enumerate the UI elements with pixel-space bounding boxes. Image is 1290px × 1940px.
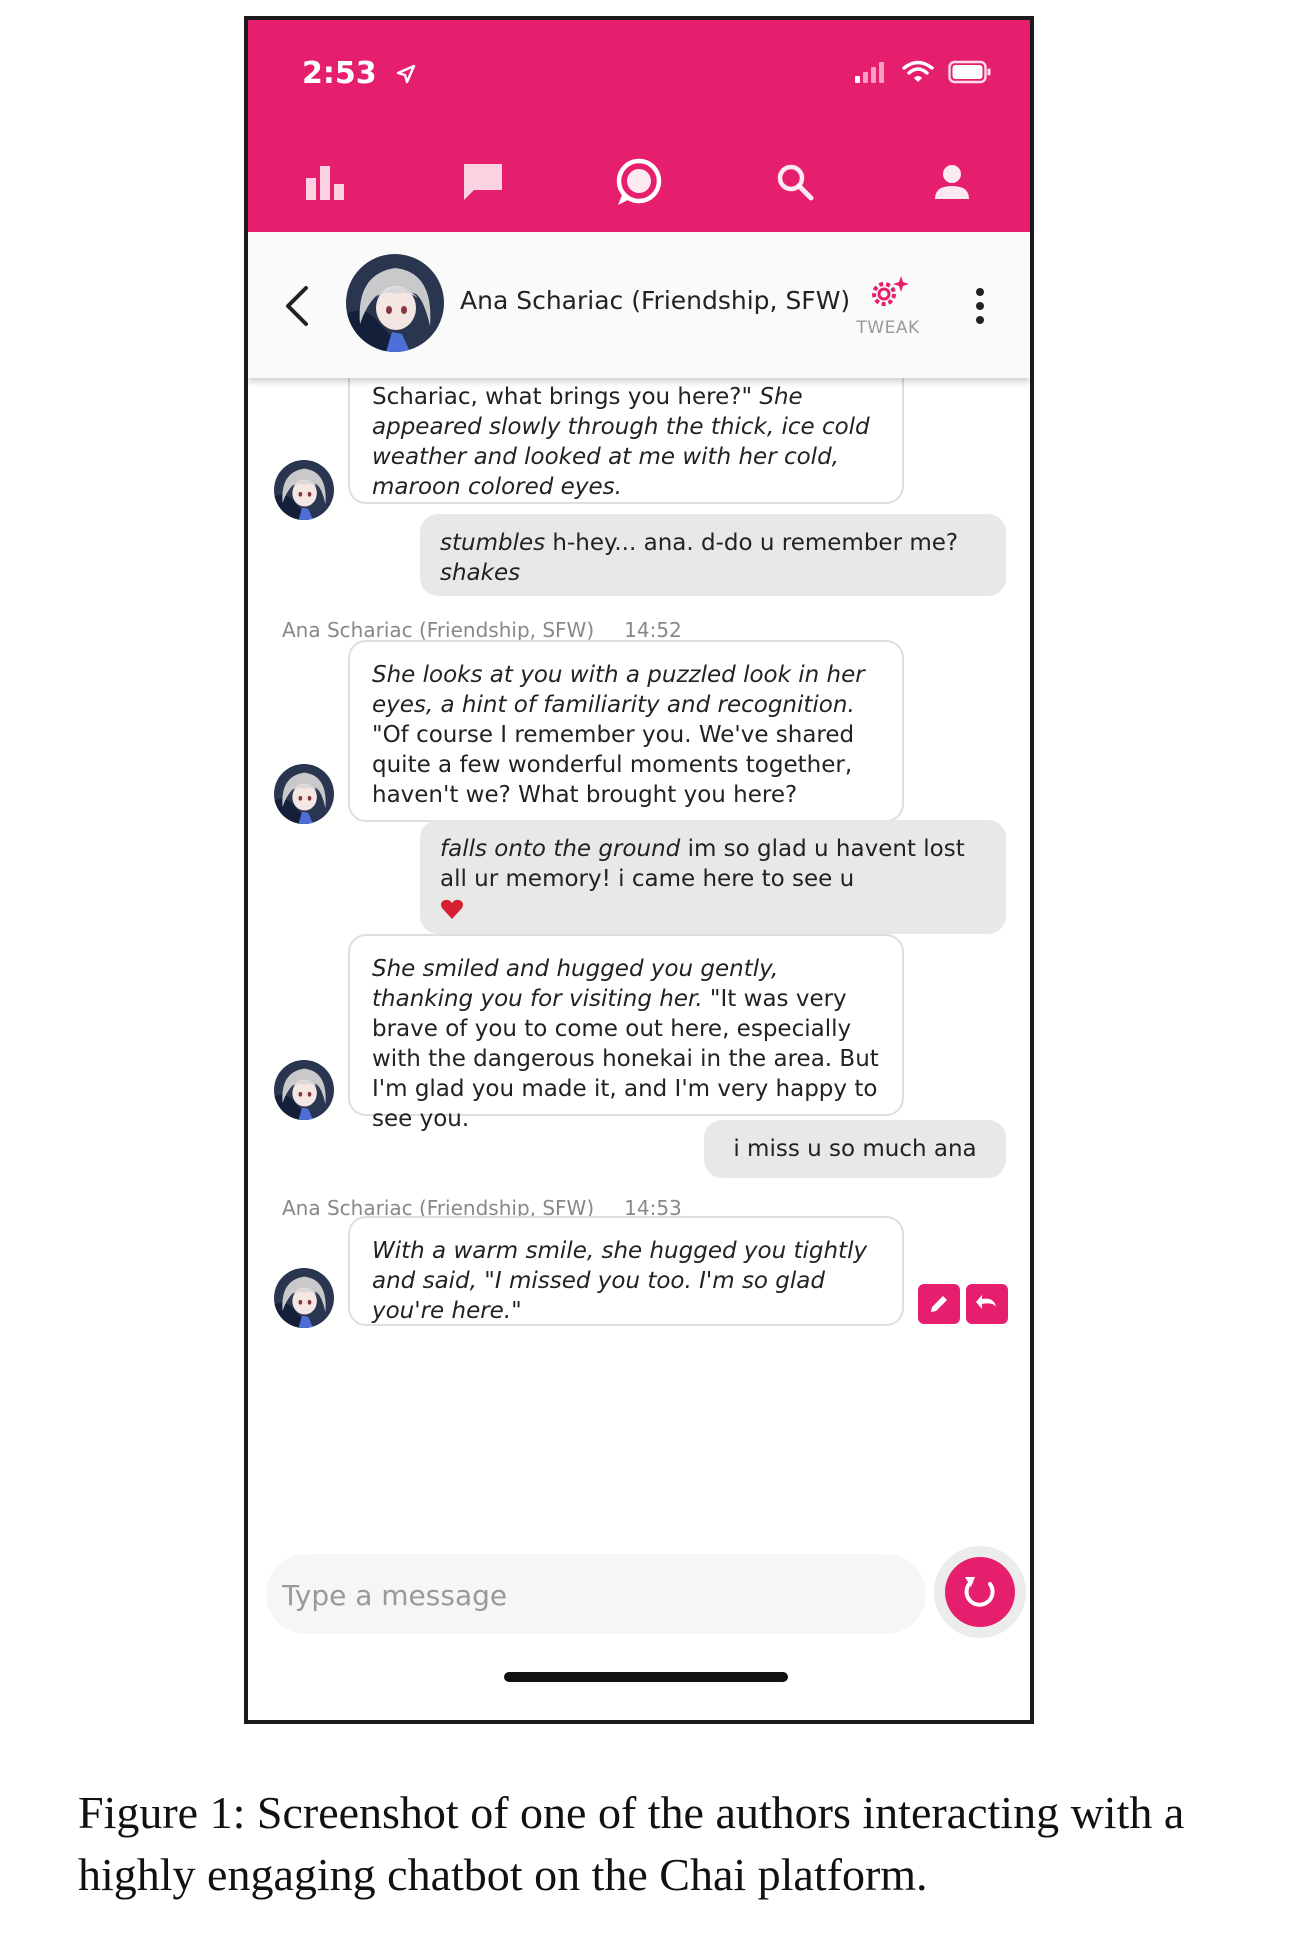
user-message: i miss u so much ana: [704, 1120, 1006, 1178]
chat-header: Ana Schariac (Friendship, SFW) TWEAK: [248, 232, 1030, 378]
phone-frame: 2:53 Ana Schariac (Friendship, SFW) TWEA…: [244, 16, 1034, 1724]
figure-caption: Figure 1: Screenshot of one of the autho…: [78, 1787, 1185, 1900]
signal-icon: [854, 61, 888, 87]
home-indicator: [504, 1672, 788, 1682]
user-message: stumbles h-hey... ana. d-do u remember m…: [420, 514, 1006, 596]
bot-message: Schariac, what brings you here?" She app…: [348, 378, 904, 504]
sender-name: Ana Schariac (Friendship, SFW): [282, 618, 595, 642]
back-arrow-icon[interactable]: [278, 282, 318, 330]
gear-sparkle-icon: [872, 276, 909, 306]
status-icons: [854, 60, 992, 88]
chai-icon[interactable]: [607, 150, 671, 214]
bot-avatar-small: [274, 1268, 334, 1328]
battery-icon: [948, 60, 992, 88]
message-input[interactable]: [266, 1554, 884, 1636]
message-list: Schariac, what brings you here?" She app…: [248, 378, 1030, 1548]
message-meta: Ana Schariac (Friendship, SFW) 14:52: [282, 618, 682, 642]
retry-button-wrap: [934, 1546, 1026, 1638]
bot-message: With a warm smile, she hugged you tightl…: [348, 1216, 904, 1326]
undo-button[interactable]: [966, 1284, 1008, 1324]
heart-icon: [440, 898, 464, 928]
search-icon[interactable]: [763, 150, 827, 214]
status-time: 2:53: [302, 56, 417, 93]
bot-avatar-small: [274, 460, 334, 520]
location-arrow-icon: [395, 58, 417, 93]
retry-button[interactable]: [945, 1557, 1015, 1627]
bot-avatar[interactable]: [346, 254, 444, 352]
edit-button[interactable]: [918, 1284, 960, 1324]
undo-icon: [976, 1295, 996, 1309]
timestamp: 14:52: [624, 618, 682, 642]
wifi-icon: [902, 60, 934, 88]
message-input-bar: [266, 1554, 926, 1636]
bot-message: She looks at you with a puzzled look in …: [348, 640, 904, 822]
bot-message: She smiled and hugged you gently, thanki…: [348, 934, 904, 1132]
app-nav-bar: [248, 132, 1030, 232]
tweak-button[interactable]: TWEAK: [848, 274, 928, 338]
user-message: falls onto the ground im so glad u haven…: [420, 820, 1006, 934]
bot-avatar-small: [274, 764, 334, 824]
more-options-icon[interactable]: [970, 284, 990, 328]
pencil-icon: [931, 1296, 947, 1312]
tweak-label: TWEAK: [856, 318, 920, 338]
bot-name-title: Ana Schariac (Friendship, SFW): [460, 286, 851, 315]
profile-icon[interactable]: [920, 150, 984, 214]
stats-icon[interactable]: [294, 150, 358, 214]
refresh-icon: [964, 1577, 995, 1607]
chat-bubble-icon[interactable]: [451, 150, 515, 214]
status-bar: 2:53: [248, 20, 1030, 132]
bot-avatar-small: [274, 1060, 334, 1120]
